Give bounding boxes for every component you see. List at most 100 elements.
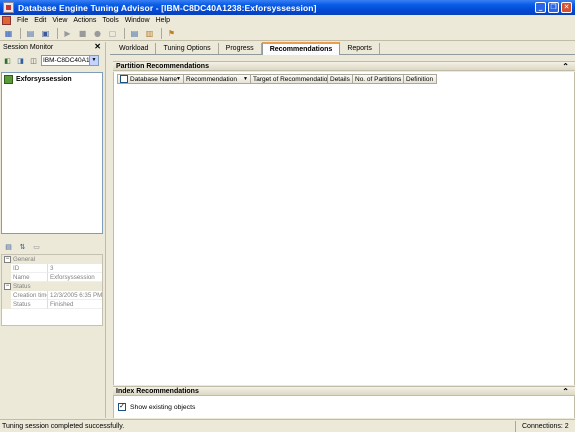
window-title: Database Engine Tuning Advisor - [IBM-C8… <box>18 2 317 13</box>
server-dropdown[interactable]: IBM-C8DC40A12 ▼ <box>41 55 99 66</box>
property-gutter <box>2 273 11 282</box>
property-category-general[interactable]: − General <box>2 255 102 264</box>
column-header-target[interactable]: Target of Recommendation <box>251 74 328 84</box>
tab-workload[interactable]: Workload <box>112 43 157 54</box>
property-value: 12/3/2005 6:35 PM <box>48 292 102 300</box>
toolbar-separator <box>57 27 58 39</box>
minimize-button[interactable]: _ <box>535 2 546 13</box>
close-icon[interactable]: ✕ <box>94 42 101 51</box>
connect-icon[interactable]: ◧ <box>2 55 13 66</box>
menu-actions[interactable]: Actions <box>70 17 99 24</box>
toolbar-separator <box>124 27 125 39</box>
column-header-partitions[interactable]: No. of Partitions <box>353 74 404 84</box>
session-tree[interactable]: Exforsyssession <box>1 72 103 234</box>
close-button[interactable]: ✕ <box>561 2 572 13</box>
property-value: 3 <box>48 264 102 273</box>
server-dropdown-value: IBM-C8DC40A12 <box>43 57 94 64</box>
show-existing-label[interactable]: Show existing objects <box>130 404 195 411</box>
property-row[interactable]: Name Exforsyssession <box>2 273 102 282</box>
property-row[interactable]: Creation time 12/3/2005 6:35 PM <box>2 291 102 300</box>
tab-progress[interactable]: Progress <box>219 43 262 54</box>
open-icon[interactable]: ▤ <box>24 27 37 40</box>
main-area: Workload Tuning Options Progress Recomme… <box>110 42 575 418</box>
menu-edit[interactable]: Edit <box>31 17 49 24</box>
chevron-down-icon[interactable]: ▼ <box>176 75 181 83</box>
property-category-status[interactable]: − Status <box>2 282 102 291</box>
categorized-icon[interactable]: ▤ <box>3 241 14 252</box>
session-item[interactable]: Exforsyssession <box>2 73 102 86</box>
column-header-label: Recommendation <box>186 75 237 83</box>
options-icon[interactable]: ▤ <box>128 27 141 40</box>
property-gutter <box>2 291 11 300</box>
refresh-icon[interactable]: ◫ <box>28 55 39 66</box>
column-header-details[interactable]: Details <box>328 74 353 84</box>
session-toolbar: ◧ ◨ ◫ IBM-C8DC40A12 ▼ <box>0 53 105 68</box>
property-name: Name <box>11 273 48 282</box>
start-analysis-icon[interactable]: ▶ <box>61 27 74 40</box>
menu-view[interactable]: View <box>49 17 70 24</box>
alphabetical-icon[interactable]: ⇅ <box>17 241 28 252</box>
session-icon <box>4 75 13 84</box>
property-category-label: General <box>13 256 36 263</box>
column-header-label: Database Name <box>130 75 177 83</box>
property-gutter <box>2 264 11 273</box>
partition-recommendations-header[interactable]: Partition Recommendations ⌃ <box>113 61 575 71</box>
tab-tuning-options[interactable]: Tuning Options <box>156 43 219 54</box>
app-icon[interactable] <box>3 2 14 13</box>
restore-button[interactable]: ❐ <box>548 2 559 13</box>
chevron-down-icon[interactable]: ▼ <box>243 75 248 83</box>
help-icon[interactable]: ⚑ <box>165 27 178 40</box>
toolbar-separator <box>161 27 162 39</box>
title-bar: Database Engine Tuning Advisor - [IBM-C8… <box>0 0 575 15</box>
column-header-definition[interactable]: Definition <box>404 74 437 84</box>
session-name: Exforsyssession <box>16 76 72 83</box>
menu-bar: File Edit View Actions Tools Window Help <box>0 15 575 26</box>
stop-icon[interactable]: ■ <box>76 27 89 40</box>
tab-reports[interactable]: Reports <box>340 43 380 54</box>
property-row[interactable]: Status Finished <box>2 300 102 309</box>
property-gutter <box>2 300 11 309</box>
menu-tools[interactable]: Tools <box>99 17 121 24</box>
index-recommendations-body: ✓ Show existing objects <box>113 396 575 418</box>
collapse-icon[interactable]: ⌃ <box>562 387 569 396</box>
property-value: Finished <box>48 300 102 309</box>
menu-help[interactable]: Help <box>153 17 173 24</box>
select-all-checkbox[interactable] <box>120 75 128 83</box>
property-row[interactable]: ID 3 <box>2 264 102 273</box>
collapse-icon[interactable]: − <box>4 283 11 290</box>
chevron-down-icon[interactable]: ▼ <box>89 56 98 65</box>
property-category-label: Status <box>13 283 31 290</box>
mdi-document-icon[interactable] <box>2 16 11 25</box>
collapse-icon[interactable]: − <box>4 256 11 263</box>
tab-strip: Workload Tuning Options Progress Recomme… <box>110 42 575 55</box>
partition-recommendations-title: Partition Recommendations <box>116 62 209 70</box>
cancel-icon[interactable]: ● <box>91 27 104 40</box>
toolbar: ▦ ▤ ▣ ▶ ■ ● ▢ ▤ ▥ ⚑ <box>0 26 575 41</box>
save-icon[interactable]: ▣ <box>39 27 52 40</box>
menu-file[interactable]: File <box>14 17 31 24</box>
index-recommendations-header[interactable]: Index Recommendations ⌃ <box>113 386 575 396</box>
tab-recommendations[interactable]: Recommendations <box>261 42 341 55</box>
toolbar-separator <box>20 27 21 39</box>
property-name: Status <box>11 300 48 309</box>
menu-window[interactable]: Window <box>122 17 153 24</box>
index-recommendations-title: Index Recommendations <box>116 387 199 395</box>
properties-grid: − General ID 3 Name Exforsyssession − St… <box>1 254 103 326</box>
partition-recommendations-grid[interactable]: Database Name ▼ Recommendation ▼ Target … <box>113 72 575 385</box>
window-controls: _ ❐ ✕ <box>535 2 572 13</box>
property-name: ID <box>11 264 48 273</box>
session-monitor-panel: Session Monitor ✕ ◧ ◨ ◫ IBM-C8DC40A12 ▼ … <box>0 42 105 418</box>
collapse-icon[interactable]: ⌃ <box>562 62 569 71</box>
properties-toolbar: ▤ ⇅ ▭ <box>1 240 103 253</box>
column-header-recommendation[interactable]: Recommendation ▼ <box>184 74 251 84</box>
grid-header-row: Database Name ▼ Recommendation ▼ Target … <box>117 74 574 84</box>
session-monitor-header: Session Monitor ✕ <box>0 42 105 53</box>
disconnect-icon[interactable]: ◨ <box>15 55 26 66</box>
property-name: Creation time <box>11 291 48 300</box>
show-existing-checkbox[interactable]: ✓ <box>118 403 126 411</box>
import-icon[interactable]: ▥ <box>143 27 156 40</box>
column-header-database-name[interactable]: Database Name ▼ <box>117 74 184 84</box>
new-window-icon[interactable]: ▢ <box>106 27 119 40</box>
property-pages-icon[interactable]: ▭ <box>31 241 42 252</box>
new-session-icon[interactable]: ▦ <box>2 27 15 40</box>
